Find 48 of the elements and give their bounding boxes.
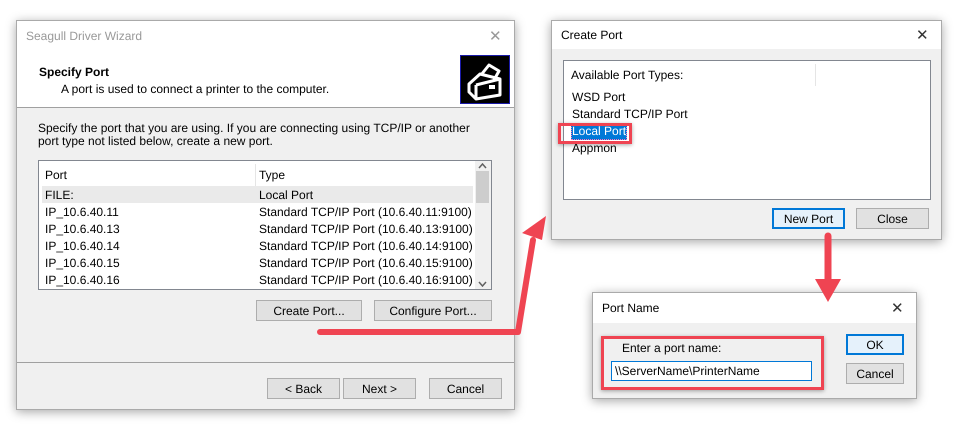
scroll-down-icon[interactable] — [478, 281, 488, 287]
port-type: Standard TCP/IP Port (10.6.40.14:9100) — [258, 238, 473, 252]
port-row[interactable]: FILE: Local Port — [42, 186, 473, 203]
button[interactable]: Configure Port... — [374, 300, 492, 321]
scrollbar[interactable] — [474, 161, 491, 289]
arrow — [815, 232, 841, 302]
list-item[interactable]: WSD Port — [571, 89, 626, 106]
button[interactable]: OK — [846, 334, 904, 355]
close-button[interactable]: ✕ — [889, 300, 906, 316]
button[interactable]: Create Port... — [256, 300, 362, 321]
button[interactable]: Cancel — [429, 378, 502, 399]
port-name: IP_10.6.40.14 — [44, 238, 121, 252]
port-row[interactable]: IP_10.6.40.13 Standard TCP/IP Port (10.6.40.13:9100) — [42, 220, 473, 237]
port-name: IP_10.6.40.16 — [44, 272, 121, 286]
button[interactable]: Cancel — [846, 363, 904, 384]
port-name: IP_10.6.40.11 — [44, 204, 120, 218]
window-title: Seagull Driver Wizard — [26, 29, 142, 43]
port-type: Standard TCP/IP Port (10.6.40.15:9100) — [258, 256, 473, 270]
port-row[interactable]: IP_10.6.40.11 Standard TCP/IP Port (10.6.40.11:9100) — [42, 203, 473, 220]
port-name-field[interactable]: \\ServerName\PrinterName — [611, 361, 812, 381]
list-item[interactable]: Appmon — [571, 140, 618, 157]
port-name: IP_10.6.40.13 — [44, 222, 121, 236]
button[interactable]: Close — [856, 208, 929, 229]
window-title: Port Name — [602, 301, 660, 315]
page-heading: Specify Port — [39, 65, 110, 79]
scroll-up-icon[interactable] — [478, 163, 488, 169]
port-row[interactable]: IP_10.6.40.15 Standard TCP/IP Port (10.6.40.15:9100) — [42, 254, 473, 271]
port-row[interactable]: IP_10.6.40.14 Standard TCP/IP Port (10.6.40.14:9100) — [42, 237, 473, 254]
port-name: FILE: — [44, 188, 75, 202]
column-header: Available Port Types: — [571, 64, 816, 86]
window-title: Create Port — [561, 28, 622, 42]
column-header: Type — [258, 167, 286, 184]
field-label: Enter a port name: — [622, 341, 722, 355]
port-type: Standard TCP/IP Port (10.6.40.16:9100) — [258, 272, 473, 286]
printer-icon — [460, 55, 510, 104]
port-type: Local Port — [258, 188, 314, 202]
button[interactable]: < Back — [267, 378, 340, 399]
port-name: IP_10.6.40.15 — [44, 256, 121, 270]
port-type: Standard TCP/IP Port (10.6.40.13:9100) — [258, 222, 473, 236]
close-button[interactable]: ✕ — [914, 28, 931, 42]
page-subtitle: A port is used to connect a printer to the computer. — [61, 82, 330, 96]
list-item[interactable]: Standard TCP/IP Port — [571, 106, 689, 123]
button[interactable]: New Port — [772, 208, 845, 229]
port-type: Standard TCP/IP Port (10.6.40.11:9100) — [258, 204, 473, 218]
port-row[interactable]: IP_10.6.40.16 Standard TCP/IP Port (10.6.40.16:9100) — [42, 271, 473, 288]
instruction-text: Specify the port that you are using. If you are connecting using TCP/IP or another port type not listed below, create a new port. — [38, 122, 471, 148]
scroll-thumb[interactable] — [476, 171, 490, 203]
button[interactable]: Next > — [343, 378, 416, 399]
